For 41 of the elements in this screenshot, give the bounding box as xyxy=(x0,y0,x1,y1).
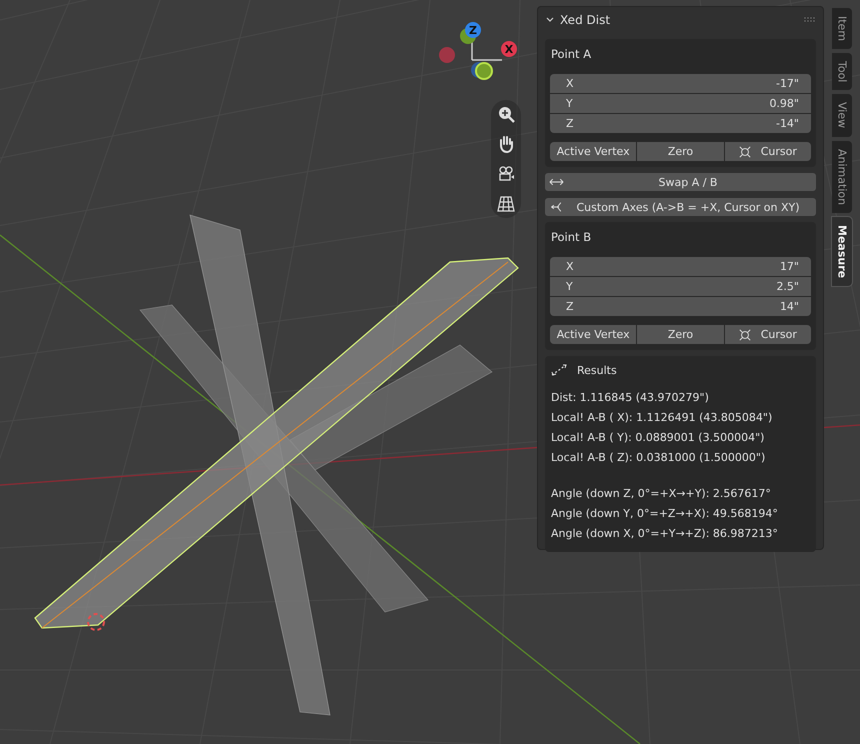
coordinate-field[interactable]: X -17" xyxy=(550,74,811,93)
coordinate-field[interactable]: Z 14" xyxy=(550,297,811,316)
point-button[interactable]: Cursor xyxy=(724,325,811,344)
coordinate-field[interactable]: Y 2.5" xyxy=(550,277,811,296)
panel-title: Xed Dist xyxy=(560,13,612,27)
axis-gizmo[interactable]: Z X xyxy=(436,18,518,88)
point-button[interactable]: Zero xyxy=(637,142,724,161)
sidebar-tab[interactable]: View xyxy=(832,94,852,137)
action-button[interactable]: Swap A / B xyxy=(545,173,816,191)
ruler-icon xyxy=(551,364,567,376)
result-line: Dist: 1.116845 (43.970279") xyxy=(551,390,710,406)
zoom-icon[interactable] xyxy=(496,104,516,124)
point-button[interactable]: Zero xyxy=(637,325,724,344)
result-line: Angle (down Z, 0°=+X→+Y): 2.567617° xyxy=(551,486,772,502)
coordinate-field[interactable]: Z -14" xyxy=(550,114,811,133)
result-line: Local! A-B ( Y): 0.0889001 (3.500004") xyxy=(551,430,766,446)
point-button[interactable]: Active Vertex xyxy=(550,325,636,344)
sidebar-tab[interactable]: Tool xyxy=(832,53,852,90)
gizmo-axis-label[interactable]: X xyxy=(501,41,517,57)
section-title: Point A xyxy=(550,46,592,63)
result-line: Local! A-B ( X): 1.1126491 (43.805084") xyxy=(551,410,774,426)
section-title: Results xyxy=(577,364,617,376)
sidebar-tab[interactable]: Item xyxy=(832,8,852,50)
cursor-icon xyxy=(738,146,751,158)
coordinate-field[interactable]: X 17" xyxy=(550,257,811,276)
gizmo-axis-label[interactable]: Z xyxy=(465,22,481,38)
grid-icon[interactable] xyxy=(496,194,516,214)
action-button[interactable]: Custom Axes (A->B = +X, Cursor on XY) xyxy=(545,198,816,216)
sidebar-tab[interactable]: Measure xyxy=(832,216,852,286)
section-title: Point B xyxy=(550,229,592,246)
point-button[interactable]: Cursor xyxy=(724,142,811,161)
coordinate-field[interactable]: Y 0.98" xyxy=(550,94,811,113)
cursor-icon xyxy=(738,328,751,340)
swap-arrows-icon xyxy=(549,176,564,188)
result-line: Local! A-B ( Z): 0.0381000 (1.500000") xyxy=(551,450,766,466)
result-line: Angle (down Y, 0°=+Z→+X): 49.568194° xyxy=(551,506,779,522)
sidebar-tab[interactable]: Animation xyxy=(832,140,852,213)
point-button[interactable]: Active Vertex xyxy=(550,142,636,161)
result-line: Angle (down X, 0°=+Y→+Z): 86.987213° xyxy=(551,526,779,542)
drag-handle-icon[interactable] xyxy=(804,17,816,23)
axes-icon xyxy=(549,201,564,213)
